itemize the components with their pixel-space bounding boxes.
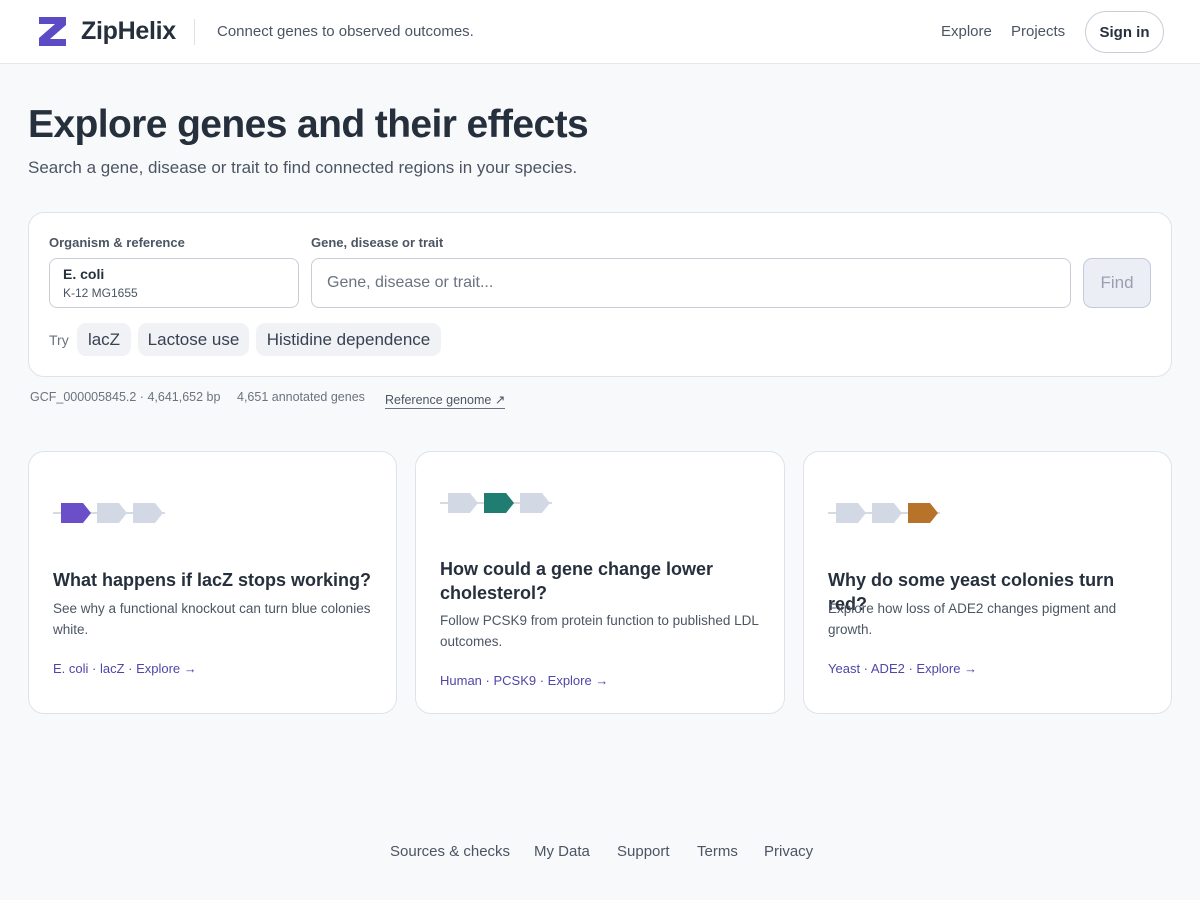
reference-accession: GCF_000005845.2 · 4,641,652 bp (30, 390, 221, 404)
nav-projects-link[interactable]: Projects (1011, 23, 1065, 40)
card-description: Follow PCSK9 from protein function to pu… (440, 613, 759, 649)
reference-genome-link[interactable]: Reference genome ↗ (385, 392, 506, 409)
tagline: Connect genes to observed outcomes. (217, 23, 474, 40)
footer-sources-link[interactable]: Sources & checks (390, 843, 510, 860)
footer-privacy-link[interactable]: Privacy (764, 843, 813, 860)
sign-in-button[interactable]: Sign in (1085, 11, 1164, 53)
card-explore-link[interactable]: Yeast · ADE2 · Explore → (828, 661, 977, 676)
gene-search-input[interactable] (311, 258, 1071, 308)
brand-name: ZipHelix (81, 17, 176, 45)
header-divider (194, 19, 195, 45)
footer-my-data-link[interactable]: My Data (534, 843, 590, 860)
example-card-lacz[interactable]: What happens if lacZ stops working? See … (28, 451, 397, 714)
example-card-ade2[interactable]: Why do some yeast colonies turn red? Exp… (803, 451, 1172, 714)
organism-strain: K-12 MG1655 (63, 286, 138, 300)
example-card-pcsk9[interactable]: How could a gene change lower cholestero… (415, 451, 785, 714)
card-explore-link[interactable]: E. coli · lacZ · Explore → (53, 661, 197, 676)
footer-support-link[interactable]: Support (617, 843, 670, 860)
card-title: How could a gene change lower cholestero… (440, 559, 714, 603)
suggestion-chip-lactose-use[interactable]: Lactose use (138, 323, 249, 356)
card-description: See why a functional knockout can turn b… (53, 601, 371, 637)
brand-logo[interactable]: ZipHelix (37, 16, 176, 47)
nav-explore-link[interactable]: Explore (941, 23, 992, 40)
card-title: What happens if lacZ stops working? (53, 570, 372, 590)
organism-label: Organism & reference (49, 235, 185, 250)
organism-name: E. coli (63, 266, 105, 282)
query-label: Gene, disease or trait (311, 235, 444, 250)
find-button[interactable]: Find (1083, 258, 1151, 308)
try-label: Try (49, 332, 69, 348)
search-panel: Organism & reference Gene, disease or tr… (28, 212, 1172, 377)
footer-terms-link[interactable]: Terms (697, 843, 738, 860)
suggestion-chip-lacz[interactable]: lacZ (77, 323, 131, 356)
z-logo-icon (37, 16, 68, 47)
top-header: ZipHelix Connect genes to observed outco… (0, 0, 1200, 64)
annotated-gene-count: 4,651 annotated genes (237, 390, 365, 404)
suggestion-chip-histidine-dependence[interactable]: Histidine dependence (256, 323, 441, 356)
card-explore-link[interactable]: Human · PCSK9 · Explore → (440, 673, 608, 688)
page-subtitle: Search a gene, disease or trait to find … (28, 158, 578, 177)
page-title: Explore genes and their effects (28, 103, 589, 146)
organism-select[interactable]: E. coli K-12 MG1655 (49, 258, 299, 308)
card-description: Explore how loss of ADE2 changes pigment… (828, 601, 1117, 637)
